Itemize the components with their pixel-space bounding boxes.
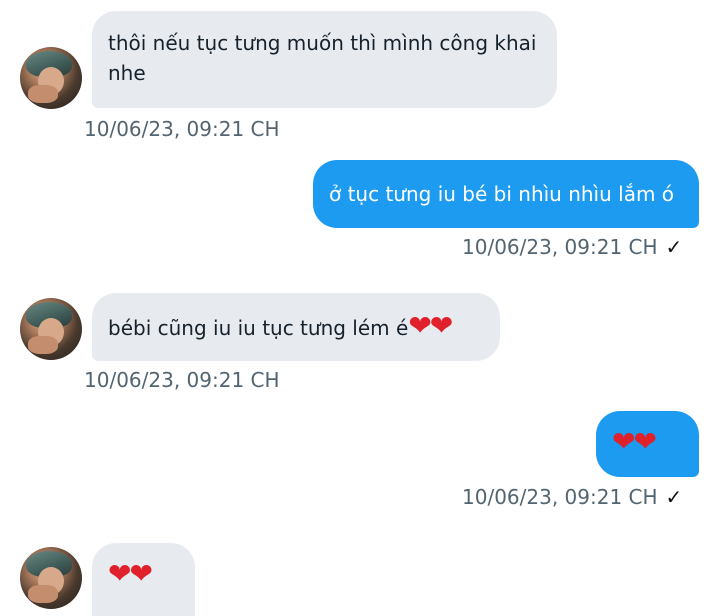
- message-text: bébi cũng iu iu tục tưng lém é: [108, 316, 409, 340]
- message-timestamp-row: 10/06/23, 09:21 CH ✓: [462, 485, 682, 509]
- message-timestamp-row: 10/06/23, 09:21 CH ✓: [462, 235, 682, 259]
- avatar[interactable]: [20, 547, 82, 609]
- message-bubble[interactable]: ❤❤: [596, 411, 699, 477]
- message-timestamp: 10/06/23, 09:21 CH: [462, 485, 658, 509]
- message-bubble[interactable]: bébi cũng iu iu tục tưng lém é❤❤: [92, 293, 500, 361]
- message-timestamp: 10/06/23, 09:21 CH: [462, 235, 658, 259]
- message-bubble[interactable]: ❤❤: [92, 543, 195, 616]
- message-bubble[interactable]: thôi nếu tục tưng muốn thì mình công kha…: [92, 11, 557, 108]
- message-bubble[interactable]: ở tục tưng iu bé bi nhìu nhìu lắm ó: [313, 160, 699, 228]
- heart-emoji: ❤❤: [408, 309, 453, 342]
- message-text: thôi nếu tục tưng muốn thì mình công kha…: [108, 31, 537, 85]
- heart-emoji: ❤❤: [612, 425, 657, 458]
- avatar[interactable]: [20, 47, 82, 109]
- message-timestamp: 10/06/23, 09:21 CH: [84, 117, 280, 141]
- check-icon: ✓: [665, 235, 683, 259]
- avatar[interactable]: [20, 298, 82, 360]
- heart-emoji: ❤❤: [108, 557, 153, 590]
- message-text: ở tục tưng iu bé bi nhìu nhìu lắm ó: [329, 182, 675, 206]
- message-timestamp: 10/06/23, 09:21 CH: [84, 368, 280, 392]
- check-icon: ✓: [665, 485, 683, 509]
